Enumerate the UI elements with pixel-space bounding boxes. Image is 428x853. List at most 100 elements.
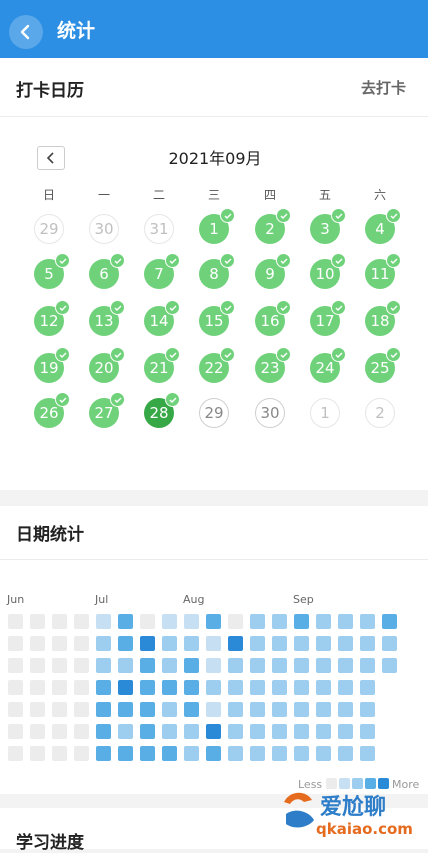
heatmap-cell[interactable] (184, 614, 199, 629)
heatmap-cell[interactable] (74, 658, 89, 673)
heatmap-cell[interactable] (294, 724, 309, 739)
heatmap-cell[interactable] (8, 746, 23, 761)
heatmap-cell[interactable] (250, 702, 265, 717)
heatmap-cell[interactable] (338, 702, 353, 717)
heatmap-cell[interactable] (294, 746, 309, 761)
calendar-day[interactable]: 7 (144, 253, 180, 289)
heatmap-cell[interactable] (206, 636, 221, 651)
calendar-day[interactable]: 13 (89, 300, 125, 336)
heatmap-cell[interactable] (74, 614, 89, 629)
heatmap-cell[interactable] (184, 702, 199, 717)
heatmap-cell[interactable] (74, 724, 89, 739)
heatmap-cell[interactable] (74, 746, 89, 761)
calendar-day[interactable]: 30 (255, 398, 285, 428)
calendar-day[interactable]: 22 (199, 347, 235, 383)
calendar-day[interactable]: 29 (199, 398, 229, 428)
heatmap-cell[interactable] (316, 658, 331, 673)
heatmap-cell[interactable] (96, 702, 111, 717)
heatmap-cell[interactable] (360, 724, 375, 739)
heatmap-cell[interactable] (316, 614, 331, 629)
heatmap-cell[interactable] (52, 680, 67, 695)
heatmap-cell[interactable] (118, 724, 133, 739)
heatmap-cell[interactable] (206, 614, 221, 629)
calendar-day[interactable]: 23 (255, 347, 291, 383)
heatmap-cell[interactable] (272, 702, 287, 717)
heatmap-cell[interactable] (52, 746, 67, 761)
heatmap-cell[interactable] (140, 614, 155, 629)
calendar-day[interactable]: 20 (89, 347, 125, 383)
heatmap-cell[interactable] (360, 702, 375, 717)
calendar-day[interactable]: 10 (310, 253, 346, 289)
heatmap-cell[interactable] (184, 636, 199, 651)
heatmap-cell[interactable] (316, 746, 331, 761)
heatmap-cell[interactable] (272, 636, 287, 651)
calendar-day[interactable]: 28 (144, 392, 180, 428)
heatmap-cell[interactable] (250, 614, 265, 629)
heatmap-cell[interactable] (52, 724, 67, 739)
heatmap-cell[interactable] (228, 614, 243, 629)
calendar-day[interactable]: 14 (144, 300, 180, 336)
heatmap-cell[interactable] (316, 680, 331, 695)
heatmap-cell[interactable] (118, 746, 133, 761)
back-button[interactable] (9, 15, 43, 49)
heatmap-cell[interactable] (294, 614, 309, 629)
heatmap-cell[interactable] (360, 614, 375, 629)
calendar-day[interactable]: 30 (89, 214, 119, 244)
calendar-day[interactable]: 29 (34, 214, 64, 244)
heatmap-cell[interactable] (206, 724, 221, 739)
heatmap-cell[interactable] (184, 746, 199, 761)
heatmap-cell[interactable] (118, 680, 133, 695)
heatmap-cell[interactable] (140, 658, 155, 673)
calendar-day[interactable]: 9 (255, 253, 291, 289)
heatmap-cell[interactable] (8, 636, 23, 651)
heatmap-cell[interactable] (52, 702, 67, 717)
heatmap-cell[interactable] (338, 680, 353, 695)
calendar-day[interactable]: 27 (89, 392, 125, 428)
calendar-day[interactable]: 2 (365, 398, 395, 428)
heatmap-cell[interactable] (184, 680, 199, 695)
calendar-day[interactable]: 12 (34, 300, 70, 336)
heatmap-cell[interactable] (8, 658, 23, 673)
calendar-day[interactable]: 17 (310, 300, 346, 336)
heatmap-cell[interactable] (8, 680, 23, 695)
heatmap-cell[interactable] (250, 724, 265, 739)
heatmap-cell[interactable] (338, 746, 353, 761)
heatmap-cell[interactable] (360, 636, 375, 651)
heatmap-cell[interactable] (96, 724, 111, 739)
heatmap-cell[interactable] (228, 680, 243, 695)
heatmap-cell[interactable] (272, 680, 287, 695)
heatmap-cell[interactable] (162, 636, 177, 651)
heatmap-cell[interactable] (382, 658, 397, 673)
heatmap-cell[interactable] (30, 658, 45, 673)
calendar-day[interactable]: 4 (365, 208, 401, 244)
heatmap-cell[interactable] (140, 680, 155, 695)
calendar-day[interactable]: 25 (365, 347, 401, 383)
heatmap-cell[interactable] (228, 702, 243, 717)
heatmap-cell[interactable] (8, 724, 23, 739)
heatmap-cell[interactable] (316, 724, 331, 739)
calendar-day[interactable]: 1 (199, 208, 235, 244)
calendar-day[interactable]: 8 (199, 253, 235, 289)
calendar-day[interactable]: 5 (34, 253, 70, 289)
heatmap-cell[interactable] (360, 658, 375, 673)
heatmap-cell[interactable] (228, 658, 243, 673)
heatmap-cell[interactable] (228, 724, 243, 739)
heatmap-cell[interactable] (250, 680, 265, 695)
heatmap-cell[interactable] (162, 658, 177, 673)
heatmap-cell[interactable] (162, 724, 177, 739)
heatmap-cell[interactable] (382, 614, 397, 629)
heatmap-cell[interactable] (294, 680, 309, 695)
heatmap-cell[interactable] (118, 658, 133, 673)
heatmap-cell[interactable] (140, 702, 155, 717)
heatmap-cell[interactable] (8, 614, 23, 629)
heatmap-cell[interactable] (140, 724, 155, 739)
heatmap-cell[interactable] (294, 636, 309, 651)
heatmap-cell[interactable] (162, 614, 177, 629)
calendar-day[interactable]: 15 (199, 300, 235, 336)
heatmap-cell[interactable] (228, 636, 243, 651)
calendar-day[interactable]: 11 (365, 253, 401, 289)
heatmap-cell[interactable] (96, 680, 111, 695)
heatmap-cell[interactable] (250, 746, 265, 761)
heatmap-cell[interactable] (360, 680, 375, 695)
calendar-day[interactable]: 6 (89, 253, 125, 289)
